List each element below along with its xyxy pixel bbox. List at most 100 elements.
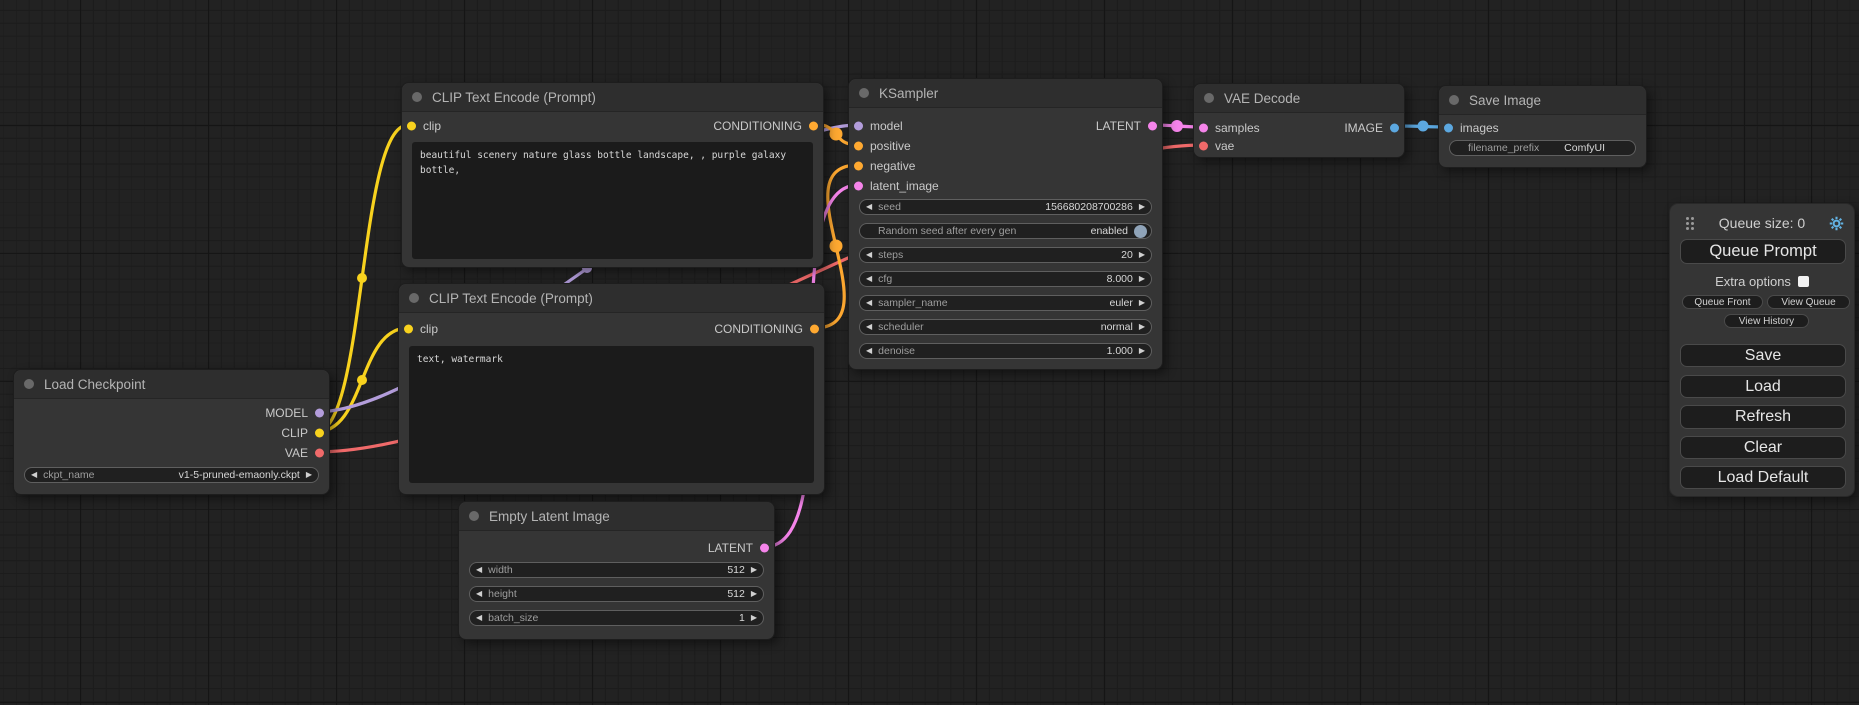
node-title-bar[interactable]: VAE Decode <box>1194 84 1404 113</box>
width-number-widget[interactable]: ◀ width 512 ▶ <box>469 562 764 578</box>
input-slot-clip[interactable] <box>407 122 416 131</box>
extra-options-label: Extra options <box>1715 274 1791 289</box>
link-dot <box>830 240 843 253</box>
save-button[interactable]: Save <box>1680 344 1846 367</box>
collapse-dot-icon[interactable] <box>1204 93 1214 103</box>
node-title-bar[interactable]: Load Checkpoint <box>14 370 329 399</box>
node-title: CLIP Text Encode (Prompt) <box>429 291 593 306</box>
combo-left-arrow-icon[interactable]: ◀ <box>866 299 872 307</box>
seed-number-widget[interactable]: ◀ seed 156680208700286 ▶ <box>859 199 1152 215</box>
node-empty-latent-image[interactable]: Empty Latent Image LATENT ◀ width 512 ▶ … <box>458 501 775 640</box>
collapse-dot-icon[interactable] <box>412 92 422 102</box>
node-clip-text-encode-negative[interactable]: CLIP Text Encode (Prompt) clip CONDITION… <box>398 283 825 495</box>
node-title-bar[interactable]: Save Image <box>1439 86 1646 115</box>
node-title: Load Checkpoint <box>44 377 145 392</box>
output-slot-clip[interactable] <box>315 429 324 438</box>
input-slot-clip[interactable] <box>404 325 413 334</box>
output-slot-model[interactable] <box>315 409 324 418</box>
negative-prompt-textarea[interactable]: text, watermark <box>409 346 814 483</box>
output-slot-latent[interactable] <box>1148 122 1157 131</box>
clear-button[interactable]: Clear <box>1680 436 1846 459</box>
input-row-latent-image: latent_image <box>849 177 1162 195</box>
cfg-number-widget[interactable]: ◀ cfg 8.000 ▶ <box>859 271 1152 287</box>
collapse-dot-icon[interactable] <box>24 379 34 389</box>
node-save-image[interactable]: Save Image images filename_prefix ComfyU… <box>1438 85 1647 168</box>
gear-icon[interactable] <box>1829 216 1844 231</box>
increment-arrow-icon[interactable]: ▶ <box>1139 347 1145 355</box>
view-history-button[interactable]: View History <box>1724 314 1809 328</box>
queue-front-button[interactable]: Queue Front <box>1682 295 1763 309</box>
collapse-dot-icon[interactable] <box>409 293 419 303</box>
scheduler-combo[interactable]: ◀ scheduler normal ▶ <box>859 319 1152 335</box>
node-clip-text-encode-positive[interactable]: CLIP Text Encode (Prompt) clip CONDITION… <box>401 82 824 268</box>
decrement-arrow-icon[interactable]: ◀ <box>476 566 482 574</box>
node-title-bar[interactable]: Empty Latent Image <box>459 502 774 531</box>
input-slot-positive[interactable] <box>854 142 863 151</box>
load-button[interactable]: Load <box>1680 375 1846 398</box>
input-row-model: model LATENT <box>849 117 1162 135</box>
output-label-latent: LATENT <box>1096 119 1141 133</box>
view-queue-button[interactable]: View Queue <box>1767 295 1850 309</box>
decrement-arrow-icon[interactable]: ◀ <box>866 251 872 259</box>
node-title-bar[interactable]: KSampler <box>849 79 1162 108</box>
output-slot-latent[interactable] <box>760 544 769 553</box>
toggle-knob-icon[interactable] <box>1134 225 1147 238</box>
collapse-dot-icon[interactable] <box>1449 95 1459 105</box>
random-seed-toggle-widget[interactable]: Random seed after every gen enabled <box>859 223 1152 239</box>
batch-size-number-widget[interactable]: ◀ batch_size 1 ▶ <box>469 610 764 626</box>
increment-arrow-icon[interactable]: ▶ <box>751 614 757 622</box>
queue-menu-panel: Queue size: 0 Queue Prompt Extra options… <box>1669 203 1855 497</box>
load-default-button[interactable]: Load Default <box>1680 466 1846 489</box>
output-row-vae: VAE <box>14 444 329 462</box>
node-title-bar[interactable]: CLIP Text Encode (Prompt) <box>402 83 823 112</box>
output-row-latent: LATENT <box>459 539 774 557</box>
node-title-bar[interactable]: CLIP Text Encode (Prompt) <box>399 284 824 313</box>
decrement-arrow-icon[interactable]: ◀ <box>866 275 872 283</box>
input-slot-negative[interactable] <box>854 162 863 171</box>
output-slot-vae[interactable] <box>315 449 324 458</box>
combo-right-arrow-icon[interactable]: ▶ <box>1139 299 1145 307</box>
decrement-arrow-icon[interactable]: ◀ <box>476 614 482 622</box>
input-slot-samples[interactable] <box>1199 124 1208 133</box>
increment-arrow-icon[interactable]: ▶ <box>1139 203 1145 211</box>
combo-right-arrow-icon[interactable]: ▶ <box>306 471 312 479</box>
extra-options-checkbox[interactable] <box>1798 276 1809 287</box>
output-label-conditioning: CONDITIONING <box>714 322 803 336</box>
increment-arrow-icon[interactable]: ▶ <box>1139 251 1145 259</box>
steps-number-widget[interactable]: ◀ steps 20 ▶ <box>859 247 1152 263</box>
refresh-button[interactable]: Refresh <box>1680 405 1846 429</box>
output-slot-image[interactable] <box>1390 124 1399 133</box>
queue-prompt-button[interactable]: Queue Prompt <box>1680 239 1846 264</box>
sampler-name-combo[interactable]: ◀ sampler_name euler ▶ <box>859 295 1152 311</box>
collapse-dot-icon[interactable] <box>859 88 869 98</box>
denoise-number-widget[interactable]: ◀ denoise 1.000 ▶ <box>859 343 1152 359</box>
filename-prefix-text-widget[interactable]: filename_prefix ComfyUI <box>1449 140 1636 156</box>
increment-arrow-icon[interactable]: ▶ <box>751 590 757 598</box>
decrement-arrow-icon[interactable]: ◀ <box>866 203 872 211</box>
combo-left-arrow-icon[interactable]: ◀ <box>866 323 872 331</box>
input-slot-images[interactable] <box>1444 124 1453 133</box>
node-vae-decode[interactable]: VAE Decode samples IMAGE vae <box>1193 83 1405 158</box>
node-title: VAE Decode <box>1224 91 1300 106</box>
input-slot-latent-image[interactable] <box>854 182 863 191</box>
height-number-widget[interactable]: ◀ height 512 ▶ <box>469 586 764 602</box>
ckpt-name-combo[interactable]: ◀ ckpt_name v1-5-pruned-emaonly.ckpt ▶ <box>24 467 319 483</box>
combo-right-arrow-icon[interactable]: ▶ <box>1139 323 1145 331</box>
increment-arrow-icon[interactable]: ▶ <box>1139 275 1145 283</box>
node-ksampler[interactable]: KSampler model LATENT positive negative … <box>848 78 1163 370</box>
decrement-arrow-icon[interactable]: ◀ <box>866 347 872 355</box>
positive-prompt-textarea[interactable]: beautiful scenery nature glass bottle la… <box>412 142 813 259</box>
node-title: CLIP Text Encode (Prompt) <box>432 90 596 105</box>
link-dot <box>357 375 367 385</box>
input-slot-vae[interactable] <box>1199 142 1208 151</box>
output-slot-conditioning[interactable] <box>809 122 818 131</box>
increment-arrow-icon[interactable]: ▶ <box>751 566 757 574</box>
decrement-arrow-icon[interactable]: ◀ <box>476 590 482 598</box>
node-load-checkpoint[interactable]: Load Checkpoint MODEL CLIP VAE ◀ ckpt_na… <box>13 369 330 495</box>
combo-left-arrow-icon[interactable]: ◀ <box>31 471 37 479</box>
link-dot <box>1418 121 1429 132</box>
input-slot-model[interactable] <box>854 122 863 131</box>
collapse-dot-icon[interactable] <box>469 511 479 521</box>
output-slot-conditioning[interactable] <box>810 325 819 334</box>
node-title: KSampler <box>879 86 938 101</box>
